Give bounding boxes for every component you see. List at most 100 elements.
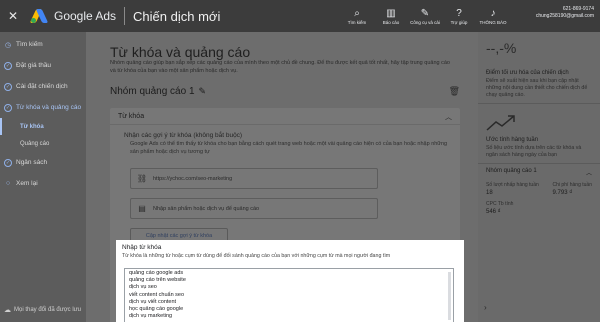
- toolbar: ⌕ Tìm kiếm ▥ Báo cáo ✎ Công cụ và cài ? …: [340, 0, 510, 32]
- chart-icon: ▥: [386, 7, 396, 19]
- search-button[interactable]: ⌕ Tìm kiếm: [340, 0, 374, 32]
- stat-label: Số lượt nhấp hàng tuần: [486, 182, 539, 188]
- ad-group-name: Nhóm quảng cáo 1 ✎: [110, 86, 206, 97]
- reports-button[interactable]: ▥ Báo cáo: [374, 0, 408, 32]
- sidebar-item-label: Ngân sách: [16, 159, 48, 166]
- keyword-line: dịch vụ marketing: [129, 313, 173, 320]
- keyword-line: dịch vụ seo: [129, 284, 157, 291]
- divider: [124, 7, 126, 25]
- sidebar-item-bidding[interactable]: ✓ Đặt giá thầu: [0, 55, 86, 76]
- keywords-card-header[interactable]: Từ khóa ︿: [110, 108, 460, 125]
- suggestions-title: Nhận các gợi ý từ khóa (không bắt buộc): [124, 132, 243, 139]
- account-id: 621-869-9174: [562, 6, 594, 12]
- notifications-label: THÔNG BÁO: [479, 19, 507, 25]
- search-icon: ⌕: [354, 7, 360, 19]
- sidebar-item-review[interactable]: ○ Xem lại: [0, 173, 86, 194]
- weekly-estimate-title: Ước tính hàng tuần: [486, 137, 539, 143]
- check-icon: ✓: [4, 82, 12, 91]
- weekly-estimate-description: Số liệu ước tính dựa trên các từ khóa và…: [486, 145, 582, 158]
- keyword-line: quảng cáo google ads: [129, 270, 184, 276]
- check-icon: ✓: [4, 158, 12, 167]
- ad-group-estimate: Nhóm quảng cáo 1 ︿ Số lượt nhấp hàng tuầ…: [478, 164, 600, 219]
- sidebar-item-label: Tìm kiếm: [16, 41, 43, 48]
- sidebar-subitem-ads[interactable]: Quảng cáo: [0, 135, 86, 152]
- google-ads-logo: [29, 9, 49, 23]
- sidebar-subitem-keywords[interactable]: Từ khóa: [0, 118, 86, 135]
- pencil-icon[interactable]: ✎: [199, 86, 207, 97]
- estimate-stats: Số lượt nhấp hàng tuần 18 Chi phí hàng t…: [486, 182, 592, 196]
- stat-label: Chi phí hàng tuần: [552, 182, 592, 188]
- keyword-textarea[interactable]: quảng cáo google ads quảng cáo trên webs…: [124, 268, 454, 322]
- check-icon: ✓: [4, 61, 12, 70]
- tools-label: Công cụ và cài: [410, 19, 440, 25]
- sidebar-item-budget[interactable]: ✓ Ngân sách: [0, 152, 86, 173]
- check-icon: ✓: [4, 103, 12, 112]
- keywords-card-title: Từ khóa: [118, 112, 145, 120]
- sidebar-item-label: Cài đặt chiến dịch: [16, 83, 68, 90]
- summary-panel: --,-% Điểm tối ưu hóa của chiến dịch Điể…: [478, 32, 600, 322]
- stat-label: CPC Tb tính: [486, 201, 514, 207]
- close-icon[interactable]: ✕: [5, 9, 21, 23]
- reports-label: Báo cáo: [382, 19, 400, 25]
- keyword-entry-panel: Nhập từ khóa Từ khóa là những từ hoặc cụ…: [116, 240, 464, 322]
- keyword-entry-title: Nhập từ khóa: [122, 244, 162, 251]
- section-title: Từ khóa và quảng cáo: [110, 44, 251, 60]
- sidebar-item-keywords-ads[interactable]: ✓ Từ khóa và quảng cáo: [0, 97, 86, 118]
- url-value: https://ychoc.com/seo-marketing: [153, 175, 233, 182]
- account-switcher[interactable]: 621-869-9174 chung258190@gmail.com: [536, 6, 594, 20]
- chevron-up-icon: ︿: [585, 171, 592, 177]
- sidebar-item-label: Đặt giá thầu: [16, 62, 52, 69]
- save-status: ☁ Mọi thay đổi đã được lưu: [4, 306, 81, 314]
- stat-clicks: Số lượt nhấp hàng tuần 18: [486, 182, 539, 196]
- keyword-line: viết content chuẩn seo: [129, 291, 185, 298]
- optimization-score-description: Điểm sẽ xuất hiện sau khi bạn cập nhật n…: [486, 78, 588, 98]
- notifications-button[interactable]: ♪ THÔNG BÁO: [476, 0, 510, 32]
- keyword-line: học quảng cáo google: [129, 306, 184, 313]
- bell-icon: ♪: [490, 7, 496, 19]
- weekly-estimate-section: Ước tính hàng tuần Số liệu ước tính dựa …: [478, 104, 600, 164]
- product-field[interactable]: ▤ Nhập sản phẩm hoặc dịch vụ để quảng cá…: [130, 198, 378, 219]
- stat-value: 546 ₫: [486, 209, 501, 215]
- optimization-score-section: --,-% Điểm tối ưu hóa của chiến dịch Điể…: [478, 32, 600, 104]
- ad-group-estimate-header[interactable]: Nhóm quảng cáo 1 ︿: [486, 168, 592, 177]
- optimization-score-value: --,-%: [486, 40, 517, 56]
- radio-icon: ○: [5, 180, 11, 187]
- stat-cpc: CPC Tb tính 546 ₫: [486, 201, 592, 215]
- expand-panel-icon[interactable]: ›: [484, 303, 487, 312]
- keyword-line: quảng cáo trên website: [129, 277, 186, 284]
- account-email: chung258190@gmail.com: [535, 13, 594, 19]
- list-icon: ▤: [138, 204, 146, 213]
- scrollbar[interactable]: [448, 272, 451, 320]
- sidebar: ◷ Tìm kiếm ✓ Đặt giá thầu ✓ Cài đặt chiế…: [0, 32, 86, 322]
- keyword-line: dịch vụ viết content: [129, 298, 177, 305]
- trash-icon[interactable]: 🗑: [449, 86, 460, 97]
- help-button[interactable]: ? Trợ giúp: [442, 0, 476, 32]
- ad-group-label: Nhóm quảng cáo 1: [110, 86, 195, 97]
- search-label: Tìm kiếm: [347, 19, 367, 25]
- chevron-up-icon[interactable]: ︿: [445, 112, 452, 122]
- url-field[interactable]: ⛓ https://ychoc.com/seo-marketing: [130, 168, 378, 189]
- ad-group-estimate-label: Nhóm quảng cáo 1: [486, 168, 537, 174]
- brand-name: Google Ads: [54, 9, 117, 23]
- help-icon: ?: [456, 7, 462, 19]
- suggestions-description: Google Ads có thể tìm thấy từ khóa cho b…: [130, 141, 448, 155]
- save-status-text: Mọi thay đổi đã được lưu: [14, 307, 81, 313]
- section-description: Nhóm quảng cáo giúp bạn sắp xếp các quản…: [110, 60, 450, 74]
- trend-icon: [486, 115, 515, 131]
- sidebar-item-campaign-settings[interactable]: ✓ Cài đặt chiến dịch: [0, 76, 86, 97]
- sidebar-item-search[interactable]: ◷ Tìm kiếm: [0, 34, 86, 55]
- link-icon: ⛓: [136, 174, 148, 183]
- wrench-icon: ✎: [420, 7, 430, 19]
- stat-cost: Chi phí hàng tuần 9.793 ₫: [553, 182, 592, 196]
- optimization-score-title: Điểm tối ưu hóa của chiến dịch: [486, 70, 569, 76]
- tools-button[interactable]: ✎ Công cụ và cài: [408, 0, 442, 32]
- stat-value: 18: [486, 190, 493, 196]
- clock-icon: ◷: [4, 41, 12, 49]
- sidebar-item-label: Xem lại: [16, 180, 38, 187]
- keyword-entry-description: Từ khóa là những từ hoặc cụm từ dùng để …: [122, 253, 391, 259]
- cloud-icon: ☁: [4, 307, 11, 314]
- top-bar: ✕ Google Ads Chiến dịch mới ⌕ Tìm kiếm ▥…: [0, 0, 600, 32]
- stat-value: 9.793 ₫: [552, 190, 573, 196]
- product-placeholder: Nhập sản phẩm hoặc dịch vụ để quảng cáo: [153, 205, 260, 212]
- page-title: Chiến dịch mới: [133, 8, 221, 24]
